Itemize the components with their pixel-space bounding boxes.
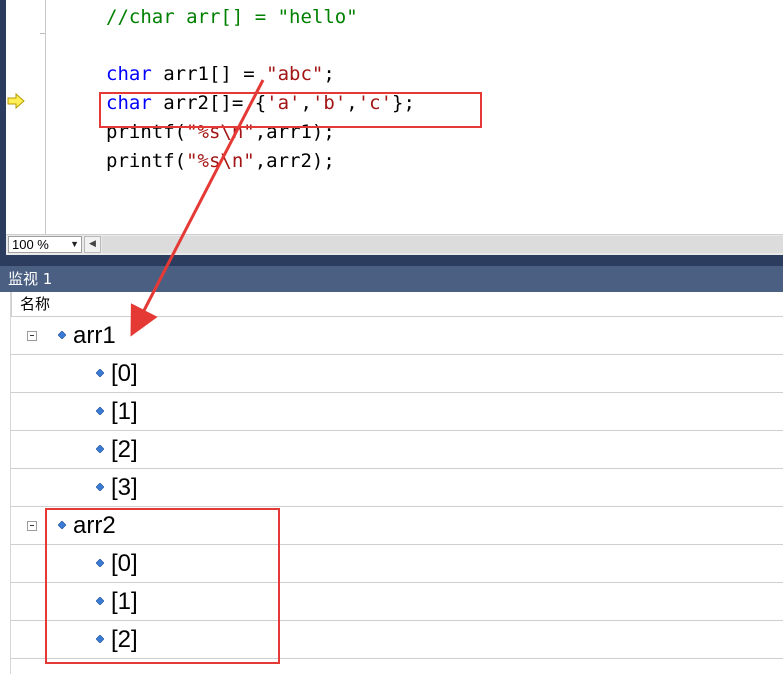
code-text: printf( xyxy=(106,150,187,172)
code-text: ,arr2); xyxy=(254,150,335,172)
code-string: "abc" xyxy=(266,63,324,85)
watch-item-label: [0] xyxy=(111,360,138,387)
watch-row-arr1[interactable]: arr1 xyxy=(11,318,783,355)
code-text: ; xyxy=(323,63,335,85)
watch-row-arr1-2[interactable]: [2] xyxy=(11,432,783,469)
collapse-icon[interactable] xyxy=(27,331,37,341)
watch-member-icon xyxy=(96,445,104,453)
watch-member-icon xyxy=(96,369,104,377)
collapse-icon[interactable] xyxy=(27,521,37,531)
annotation-box-code xyxy=(99,92,482,128)
watch-item-label: [1] xyxy=(111,398,138,425)
horizontal-scrollbar[interactable] xyxy=(102,236,783,253)
watch-item-label: arr1 xyxy=(73,322,116,349)
code-line-1[interactable]: //char arr[] = "hello" xyxy=(106,3,358,32)
column-divider xyxy=(11,292,12,316)
zoom-dropdown[interactable]: 100 % ▼ xyxy=(8,236,82,253)
code-line-2[interactable]: char arr1[] = "abc"; xyxy=(106,60,335,89)
watch-column-header[interactable]: 名称 xyxy=(11,292,783,317)
code-keyword: char xyxy=(106,63,152,85)
code-text: arr1[] = xyxy=(151,63,267,85)
pane-splitter[interactable] xyxy=(0,255,783,266)
watch-member-icon xyxy=(96,483,104,491)
code-string: "%s\n" xyxy=(186,150,255,172)
watch-left-margin xyxy=(0,292,11,674)
editor-status-bar: 100 % ▼ ◀ xyxy=(6,234,783,255)
watch-member-icon xyxy=(96,407,104,415)
watch-item-label: [3] xyxy=(111,474,138,501)
scroll-left-icon[interactable]: ◀ xyxy=(84,236,101,253)
editor-gutter[interactable] xyxy=(6,0,46,234)
watch-row-arr1-0[interactable]: [0] xyxy=(11,356,783,393)
watch-window-title[interactable]: 监视 1 xyxy=(0,266,783,292)
zoom-value: 100 % xyxy=(12,237,49,252)
current-statement-arrow-icon xyxy=(7,93,25,109)
watch-member-icon xyxy=(58,331,66,339)
code-line-5[interactable]: printf("%s\n",arr2); xyxy=(106,147,335,176)
chevron-down-icon[interactable]: ▼ xyxy=(70,237,79,252)
annotation-box-arr2 xyxy=(45,508,280,664)
code-comment: //char arr[] = "hello" xyxy=(106,6,358,28)
watch-row-arr1-1[interactable]: [1] xyxy=(11,394,783,431)
outline-tick xyxy=(40,33,45,34)
column-name-label: 名称 xyxy=(20,295,51,313)
watch-item-label: [2] xyxy=(111,436,138,463)
gutter-divider xyxy=(45,0,46,234)
watch-row-arr1-3[interactable]: [3] xyxy=(11,470,783,507)
window-frame-left xyxy=(0,0,6,262)
